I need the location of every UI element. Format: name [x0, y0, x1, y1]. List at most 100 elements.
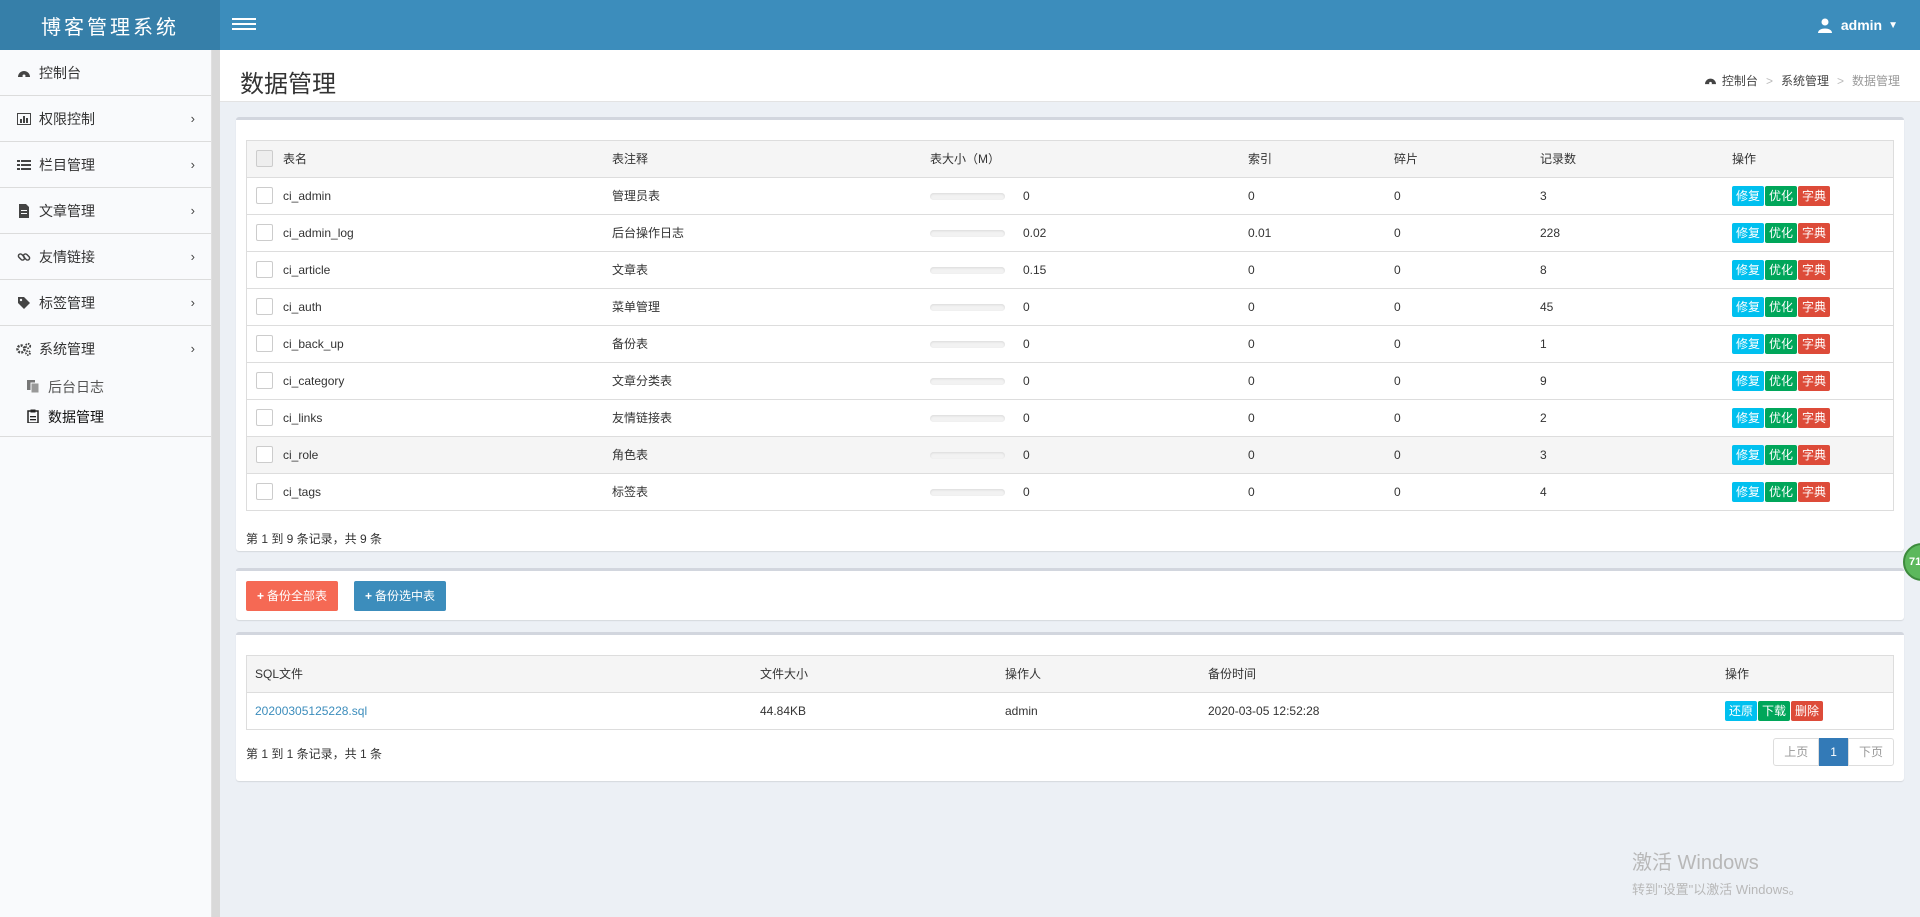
sidebar-item-dashboard[interactable]: 控制台: [0, 50, 211, 96]
col-fragment: 碎片: [1394, 141, 1540, 178]
row-checkbox[interactable]: [256, 298, 273, 315]
backup-all-button[interactable]: + 备份全部表: [246, 581, 339, 611]
col-actions: 操作: [1732, 141, 1893, 178]
download-button[interactable]: 下载: [1758, 700, 1791, 721]
row-checkbox[interactable]: [256, 224, 273, 241]
row-checkbox[interactable]: [256, 187, 273, 204]
cell-fragment: 0: [1394, 288, 1540, 326]
size-progress-bar: [930, 451, 1005, 459]
cell-index: 0: [1248, 436, 1394, 474]
cell-table-size: 0: [930, 362, 1248, 400]
repair-button[interactable]: 修复: [1732, 333, 1765, 354]
sidebar-item-permissions[interactable]: 权限控制 ›: [0, 96, 211, 142]
table-header-row: SQL文件 文件大小 操作人 备份时间 操作: [247, 656, 1893, 693]
optimize-button[interactable]: 优化: [1765, 333, 1798, 354]
sidebar-subitem-data[interactable]: 数据管理: [0, 402, 211, 432]
repair-button[interactable]: 修复: [1732, 370, 1765, 391]
tables-summary: 第 1 到 9 条记录，共 9 条: [246, 532, 383, 546]
sql-file-link[interactable]: 20200305125228.sql: [255, 704, 367, 718]
repair-button[interactable]: 修复: [1732, 222, 1765, 243]
brand-logo[interactable]: 博客管理系统: [0, 0, 220, 50]
sidebar-subitem-logs[interactable]: 后台日志: [0, 372, 211, 402]
dictionary-button[interactable]: 字典: [1798, 296, 1831, 317]
size-progress-bar: [930, 303, 1005, 311]
col-operator: 操作人: [1005, 656, 1208, 693]
col-table-name: 表名: [283, 141, 612, 178]
repair-button[interactable]: 修复: [1732, 407, 1765, 428]
dictionary-button[interactable]: 字典: [1798, 370, 1831, 391]
optimize-button[interactable]: 优化: [1765, 185, 1798, 206]
user-menu[interactable]: admin ▼: [1817, 0, 1898, 50]
delete-button[interactable]: 删除: [1791, 700, 1824, 721]
sidebar-item-articles[interactable]: 文章管理 ›: [0, 188, 211, 234]
cell-table-size: 0: [930, 399, 1248, 437]
dashboard-icon: [1704, 78, 1716, 85]
sidebar-submenu-system: 后台日志 数据管理: [0, 372, 211, 437]
row-checkbox[interactable]: [256, 335, 273, 352]
table-row: ci_role 角色表 0 0 0 3 修复 优化 字典: [247, 436, 1893, 474]
cell-table-size: 0: [930, 436, 1248, 474]
row-checkbox[interactable]: [256, 446, 273, 463]
dictionary-button[interactable]: 字典: [1798, 333, 1831, 354]
repair-button[interactable]: 修复: [1732, 444, 1765, 465]
backup-box: + 备份全部表 + 备份选中表: [236, 568, 1904, 620]
repair-button[interactable]: 修复: [1732, 259, 1765, 280]
row-checkbox[interactable]: [256, 483, 273, 501]
optimize-button[interactable]: 优化: [1765, 259, 1798, 280]
size-progress-bar: [930, 340, 1005, 348]
dictionary-button[interactable]: 字典: [1798, 185, 1831, 206]
optimize-button[interactable]: 优化: [1765, 407, 1798, 428]
file-icon: [15, 203, 33, 218]
sidebar-scrollbar[interactable]: [212, 50, 220, 917]
dictionary-button[interactable]: 字典: [1798, 259, 1831, 280]
breadcrumb-system[interactable]: 系统管理: [1781, 72, 1829, 89]
optimize-button[interactable]: 优化: [1765, 222, 1798, 243]
cell-index: 0: [1248, 484, 1255, 499]
restore-button[interactable]: 还原: [1725, 700, 1758, 721]
repair-button[interactable]: 修复: [1732, 481, 1765, 502]
dictionary-button[interactable]: 字典: [1798, 481, 1831, 502]
sidebar-subitem-label: 后台日志: [48, 379, 104, 395]
pagination-next[interactable]: 下页: [1847, 738, 1894, 766]
cell-actions: 修复 优化 字典: [1732, 473, 1893, 510]
sidebar-item-label: 栏目管理: [39, 156, 95, 173]
cell-actions: 修复 优化 字典: [1732, 214, 1893, 252]
cell-table-name: ci_links: [283, 399, 612, 437]
row-checkbox[interactable]: [256, 372, 273, 389]
cell-actions: 修复 优化 字典: [1732, 362, 1893, 400]
optimize-button[interactable]: 优化: [1765, 444, 1798, 465]
sidebar-item-system[interactable]: 系统管理 ›: [0, 326, 211, 372]
repair-button[interactable]: 修复: [1732, 296, 1765, 317]
cell-file-size: 44.84KB: [760, 703, 807, 718]
tables-box: 表名 表注释 表大小（M） 索引 碎片 记录数 操作 ci_admin 管理员表 0…: [236, 117, 1904, 551]
pagination-page-1[interactable]: 1: [1819, 738, 1848, 766]
cell-actions: 修复 优化 字典: [1732, 251, 1893, 289]
optimize-button[interactable]: 优化: [1765, 370, 1798, 391]
breadcrumb: 控制台 > 系统管理 > 数据管理: [1704, 72, 1900, 89]
cell-fragment: 0: [1394, 362, 1540, 400]
dictionary-button[interactable]: 字典: [1798, 407, 1831, 428]
optimize-button[interactable]: 优化: [1765, 481, 1798, 502]
sidebar-toggle-icon[interactable]: [232, 15, 256, 35]
row-checkbox[interactable]: [256, 409, 273, 426]
cell-table-name: ci_admin_log: [283, 214, 612, 252]
cell-fragment: 0: [1394, 325, 1540, 363]
backup-selected-button[interactable]: + 备份选中表: [354, 581, 447, 611]
select-all-checkbox[interactable]: [256, 150, 273, 168]
row-checkbox[interactable]: [256, 261, 273, 278]
cell-actions: 修复 优化 字典: [1732, 325, 1893, 363]
optimize-button[interactable]: 优化: [1765, 296, 1798, 317]
col-actions: 操作: [1725, 656, 1893, 693]
pagination-prev[interactable]: 上页: [1773, 738, 1820, 766]
floating-badge[interactable]: 71: [1903, 543, 1920, 581]
table-row: ci_category 文章分类表 0 0 0 9 修复 优化 字典: [247, 362, 1893, 400]
sidebar-item-tags[interactable]: 标签管理 ›: [0, 280, 211, 326]
repair-button[interactable]: 修复: [1732, 185, 1765, 206]
cell-table-comment: 菜单管理: [612, 288, 930, 326]
sidebar-item-links[interactable]: 友情链接 ›: [0, 234, 211, 280]
list-icon: [15, 158, 33, 172]
breadcrumb-dashboard[interactable]: 控制台: [1722, 72, 1758, 89]
dictionary-button[interactable]: 字典: [1798, 222, 1831, 243]
sidebar-item-columns[interactable]: 栏目管理 ›: [0, 142, 211, 188]
dictionary-button[interactable]: 字典: [1798, 444, 1831, 465]
